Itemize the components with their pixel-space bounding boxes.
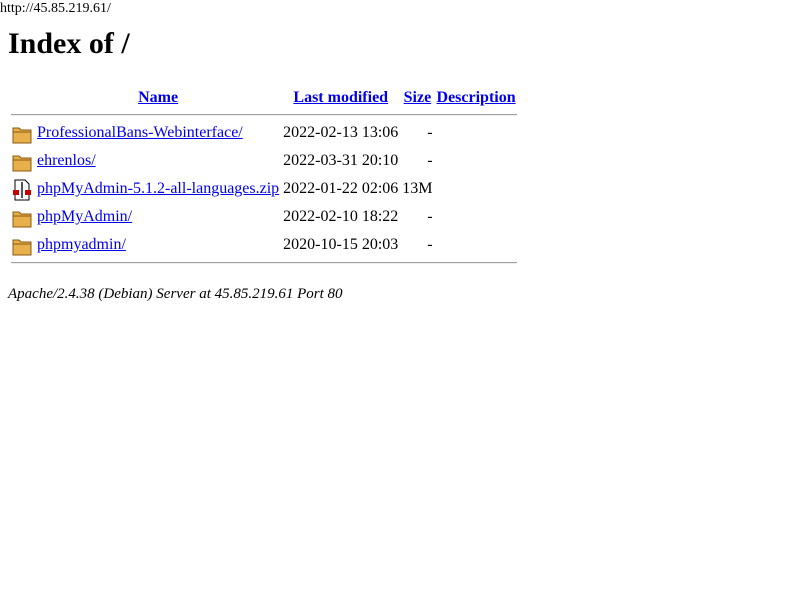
table-header-row: Name Last modified Size Description	[10, 86, 517, 110]
table-row: phpmyadmin/ 2020-10-15 20:03 -	[10, 232, 517, 258]
divider	[11, 113, 517, 116]
description-cell	[436, 232, 517, 258]
description-cell	[436, 204, 517, 230]
footer-rule-row	[10, 260, 517, 266]
page-title: Index of /	[8, 27, 130, 60]
table-row: ehrenlos/ 2022-03-31 20:10 -	[10, 148, 517, 174]
table-row: phpMyAdmin/ 2022-02-10 18:22 -	[10, 204, 517, 230]
size-cell: -	[427, 124, 433, 141]
last-modified-cell: 2022-03-31 20:10	[283, 152, 399, 169]
file-link[interactable]: ehrenlos/	[37, 152, 96, 169]
folder-icon[interactable]	[10, 120, 34, 146]
sort-by-name-link[interactable]: Name	[138, 89, 178, 106]
sort-by-last-modified-link[interactable]: Last modified	[293, 89, 388, 106]
size-column-header: Size	[401, 86, 433, 110]
sort-by-size-link[interactable]: Size	[404, 89, 432, 106]
table-row: phpMyAdmin-5.1.2-all-languages.zip 2022-…	[10, 176, 517, 202]
table-row: ProfessionalBans-Webinterface/ 2022-02-1…	[10, 120, 517, 146]
compressed-file-icon[interactable]	[10, 176, 34, 202]
icon-column-header	[10, 86, 34, 110]
file-link[interactable]: ProfessionalBans-Webinterface/	[37, 124, 243, 141]
last-modified-column-header: Last modified	[282, 86, 399, 110]
last-modified-cell: 2022-01-22 02:06	[283, 180, 399, 197]
file-link[interactable]: phpMyAdmin-5.1.2-all-languages.zip	[37, 180, 279, 197]
url-text: http://45.85.219.61/	[0, 1, 111, 16]
size-cell: -	[427, 208, 433, 225]
description-cell	[436, 148, 517, 174]
last-modified-cell: 2022-02-13 13:06	[283, 124, 399, 141]
description-cell	[436, 120, 517, 146]
divider	[11, 261, 517, 264]
sort-by-description-link[interactable]: Description	[437, 89, 516, 106]
server-signature: Apache/2.4.38 (Debian) Server at 45.85.2…	[8, 286, 343, 302]
folder-icon[interactable]	[10, 148, 34, 174]
folder-icon[interactable]	[10, 204, 34, 230]
header-rule-row	[10, 112, 517, 118]
file-link[interactable]: phpmyadmin/	[37, 236, 126, 253]
file-link[interactable]: phpMyAdmin/	[37, 208, 132, 225]
last-modified-cell: 2022-02-10 18:22	[283, 208, 399, 225]
size-cell: 13M	[402, 180, 433, 197]
size-cell: -	[427, 152, 433, 169]
folder-icon[interactable]	[10, 232, 34, 258]
last-modified-cell: 2020-10-15 20:03	[283, 236, 399, 253]
name-column-header: Name	[36, 86, 280, 110]
description-column-header: Description	[436, 86, 517, 110]
description-cell	[436, 176, 517, 202]
size-cell: -	[427, 236, 433, 253]
file-listing-table: Name Last modified Size Description Prof…	[8, 84, 519, 268]
